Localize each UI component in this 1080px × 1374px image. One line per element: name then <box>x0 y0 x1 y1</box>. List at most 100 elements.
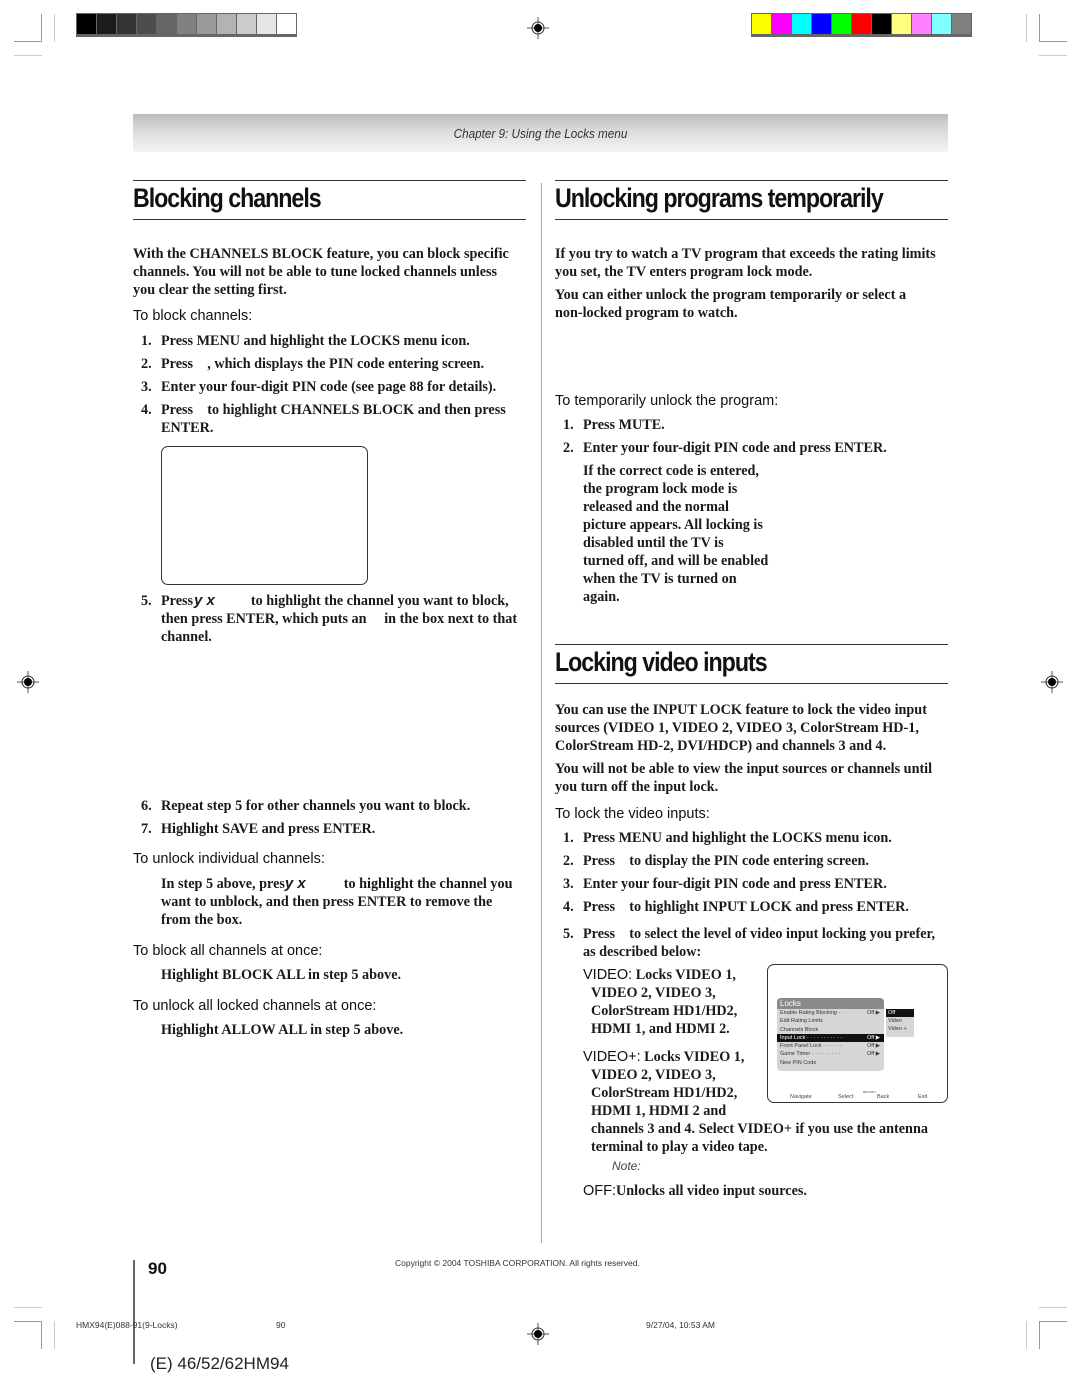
text-line: Unlocks all video input sources. <box>616 1183 807 1199</box>
step-item: 2. Press , which displays the PIN code en… <box>141 355 506 378</box>
text-line: channels 3 and 4. Select VIDEO+ if you u… <box>591 1121 928 1137</box>
step-text: Enter your four-digit PIN code and press… <box>583 876 887 892</box>
text-line: If you try to watch a TV program that ex… <box>555 246 936 262</box>
color-swatch <box>812 14 831 34</box>
step-text: as described below: <box>583 944 702 960</box>
slug-file: HMX94(E)088-91(9-Locks) <box>76 1320 178 1330</box>
step-text: Highlight SAVE and press ENTER. <box>161 821 376 837</box>
crop-mark <box>1039 1321 1040 1349</box>
note-label: Note: <box>612 1159 641 1173</box>
crop-mark <box>14 41 42 42</box>
menu-item-value: Off ▶ <box>867 1043 880 1050</box>
text-line: In step 5 above, pres <box>161 876 285 892</box>
select-hint: Select <box>838 1094 854 1100</box>
text-line: disabled until the TV is <box>583 535 724 551</box>
registration-mark-icon <box>527 1323 549 1345</box>
text-line: channels. You will not be able to tune l… <box>133 264 498 280</box>
menu-item-label: Edit Rating Limits <box>780 1018 823 1025</box>
grayscale-calibration-bar <box>76 13 297 37</box>
title-rule-bottom <box>555 683 948 684</box>
step-number: 2. <box>563 440 574 456</box>
step-text: Repeat step 5 for other channels you wan… <box>161 798 471 814</box>
text-line: terminal to play a video tape. <box>591 1139 768 1155</box>
step-number: 1. <box>563 417 574 433</box>
text-line: You can either unlock the program tempor… <box>555 287 907 303</box>
step-number: 5. <box>563 926 574 942</box>
step-item: 4. Press to highlight INPUT LOCK and pres… <box>563 898 935 925</box>
input-lock-option[interactable]: Video + <box>886 1025 914 1033</box>
temp-unlock-note: If the correct code is entered, the prog… <box>583 462 768 606</box>
crop-mark <box>1026 14 1027 42</box>
step-number: 3. <box>563 876 574 892</box>
registration-mark-icon <box>17 671 39 693</box>
step-text: Press to highlight INPUT LOCK and press … <box>583 899 909 915</box>
step-item: 7. Highlight SAVE and press ENTER. <box>141 820 470 838</box>
option-label: VIDEO+: <box>583 1049 641 1065</box>
locks-menu-item[interactable]: Edit Rating Limits <box>777 1017 884 1025</box>
text-line: non-locked program to watch. <box>555 305 738 321</box>
text-line: again. <box>583 589 620 605</box>
crop-mark <box>1039 41 1067 42</box>
chapter-title: Chapter 9: Using the Locks menu <box>453 126 628 141</box>
slug-date: 9/27/04, 10:53 AM <box>646 1320 715 1330</box>
locks-menu-item[interactable]: Channels Block <box>777 1026 884 1034</box>
section-title-locking-video-inputs: Locking video inputs <box>555 647 768 677</box>
step-item: 2. Press to display the PIN code entering… <box>563 852 935 875</box>
title-rule-top <box>133 180 526 181</box>
menu-item-label: Enable Rating Blocking · · · <box>780 1010 847 1016</box>
step-number: 6. <box>141 798 152 814</box>
step-text: Press to highlight CHANNELS BLOCK and th… <box>161 402 506 418</box>
input-lock-options: Off Video Video + <box>886 1009 914 1037</box>
locks-menu-item[interactable]: Input Lock · · · · · · · · · · · Off ▶ <box>777 1033 884 1043</box>
option-label: OFF: <box>583 1183 617 1199</box>
title-rule-bottom <box>555 219 948 220</box>
title-rule-bottom <box>133 219 526 220</box>
crop-mark <box>14 55 42 56</box>
crop-mark <box>54 14 55 42</box>
step-text: channel. <box>161 629 212 645</box>
gray-swatch <box>237 14 256 34</box>
block-all-text: Highlight BLOCK ALL in step 5 above. <box>161 967 402 983</box>
input-lock-option[interactable]: Off <box>886 1009 914 1017</box>
text-line: you clear the setting first. <box>133 282 287 298</box>
column-divider <box>541 183 542 1243</box>
locks-menu-item[interactable]: Game Timer · · · · · · · · · Off ▶ <box>777 1050 884 1058</box>
crop-mark <box>1039 1307 1067 1308</box>
crop-mark <box>1039 55 1067 56</box>
color-swatch <box>872 14 891 34</box>
step-text: Press to display the PIN code entering s… <box>583 853 869 869</box>
arrow-up-down-icon: y x <box>194 592 215 609</box>
text-line: With the CHANNELS BLOCK feature, you can… <box>133 246 509 262</box>
step-number: 5. <box>141 593 152 609</box>
input-lock-option[interactable]: Video <box>886 1017 914 1025</box>
step-item: 3. Enter your four-digit PIN code and pre… <box>563 875 935 898</box>
step-text: Press MUTE. <box>583 417 665 433</box>
color-swatch <box>892 14 911 34</box>
color-calibration-bar <box>751 13 972 37</box>
locks-menu-item[interactable]: Enable Rating Blocking · · · Off ▶ <box>777 1009 884 1017</box>
locks-menu-item[interactable]: Front Panel Lock · · · · · · Off ▶ <box>777 1042 884 1050</box>
channels-block-screen-placeholder <box>161 446 368 585</box>
crop-mark <box>1026 1321 1027 1349</box>
crop-mark <box>41 14 42 42</box>
menu-item-value: Off ▶ <box>867 1034 880 1041</box>
title-rule-top <box>555 644 948 645</box>
back-hint: Back <box>877 1094 890 1100</box>
text-line: You can use the INPUT LOCK feature to lo… <box>555 702 927 718</box>
step-item: 3. Enter your four-digit PIN code (see pa… <box>141 378 506 401</box>
subheading-to-block-channels: To block channels: <box>133 308 253 324</box>
locks-menu-item[interactable]: New PIN Code <box>777 1059 884 1067</box>
crop-mark <box>1039 1321 1067 1322</box>
registration-mark-icon <box>527 17 549 39</box>
option-label: VIDEO: <box>583 967 633 983</box>
menu-item-label: New PIN Code <box>780 1059 817 1066</box>
step-number: 3. <box>141 379 152 395</box>
step-text: Press to select the level of video input… <box>583 926 936 942</box>
color-swatch <box>772 14 791 34</box>
text-line: Locks VIDEO 1, <box>644 1049 745 1065</box>
gray-swatch <box>217 14 236 34</box>
menu-item-value: Off ▶ <box>867 1051 880 1058</box>
text-line: released and the normal <box>583 499 729 515</box>
menu-item-label: Channels Block <box>780 1026 819 1033</box>
steps-6-7: 6. Repeat step 5 for other channels you w… <box>141 797 470 838</box>
